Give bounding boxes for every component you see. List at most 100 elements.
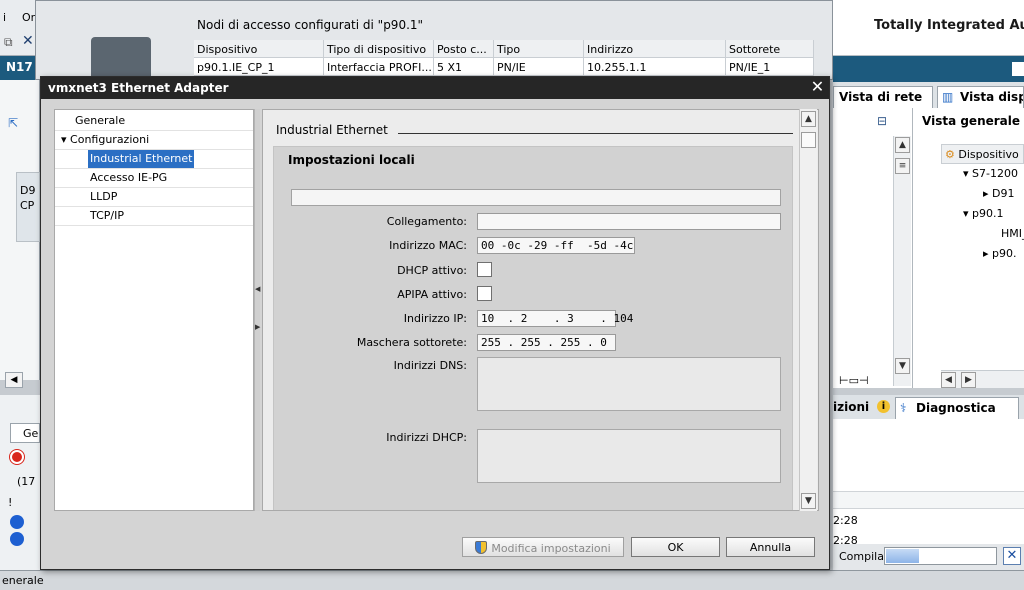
subnet-mask-field[interactable]: 255 . 255 . 255 . 0	[477, 334, 616, 351]
scroll-thumb[interactable]	[801, 132, 816, 148]
delete-icon[interactable]: ✕	[22, 33, 34, 49]
scroll-up-button[interactable]: ▲	[801, 111, 816, 127]
message-log: 2:28 2:28	[833, 419, 1024, 547]
status-bar: enerale	[0, 570, 1024, 590]
nav-separator	[55, 225, 253, 226]
compile-status: Compila: ✕	[833, 544, 1024, 570]
nav-item-configurations[interactable]: ▾ Configurazioni	[59, 131, 151, 149]
toolbar-menu-label[interactable]: i	[3, 11, 6, 24]
compile-progress-fill	[886, 549, 919, 563]
table-header: Dispositivo Tipo di dispositivo Posto c.…	[194, 40, 814, 58]
device-list-item[interactable]: CP	[17, 197, 39, 212]
scroll-grip[interactable]: ≡	[895, 158, 910, 174]
tree-item[interactable]: ▸ p90.	[983, 244, 1017, 264]
dhcp-checkbox[interactable]	[477, 262, 492, 277]
tree-expand-icon[interactable]: ▸	[983, 187, 992, 200]
info-icon	[10, 515, 24, 529]
tree-item[interactable]: ▾ S7-1200	[963, 164, 1018, 184]
tree-collapse-icon[interactable]: ▾	[963, 167, 972, 180]
tree-expand-icon[interactable]: ⇱	[8, 116, 18, 130]
dns-addresses-area[interactable]	[477, 357, 781, 411]
nav-item-label: Configurazioni	[70, 133, 150, 146]
vertical-scrollbar[interactable]: ▲ ≡ ▼	[893, 136, 911, 386]
tree-collapse-icon[interactable]: ▾	[963, 207, 972, 220]
tree-item[interactable]: ▸ D91	[983, 184, 1015, 204]
ip-address-label: Indirizzo IP:	[403, 312, 467, 325]
tree-item[interactable]: ▾ p90.1	[963, 204, 1004, 224]
check-icon	[10, 532, 24, 546]
tab-general[interactable]: Ge	[10, 423, 40, 443]
mac-address-field[interactable]: 00 -0c -29 -ff -5d -4c	[477, 237, 635, 254]
zoom-icon[interactable]: ⊟	[877, 114, 887, 128]
dhcp-label: DHCP attivo:	[397, 264, 467, 277]
close-icon[interactable]: ✕	[809, 79, 826, 96]
scroll-down-button[interactable]: ▼	[801, 493, 816, 509]
message-count: (17	[17, 475, 36, 488]
scroll-down-button[interactable]: ▼	[895, 358, 910, 374]
table-cell: PN/IE	[494, 58, 584, 75]
tab-diagnostics[interactable]: ⚕ Diagnostica	[895, 397, 1019, 419]
scroll-up-button[interactable]: ▲	[895, 137, 910, 153]
restore-icon[interactable]	[1012, 62, 1024, 76]
column-header[interactable]: ⚙ Dispositivo	[941, 144, 1024, 164]
settings-navigation: Generale ▾ Configurazioni Industrial Eth…	[54, 109, 254, 511]
tree-item-label: p90.	[992, 247, 1017, 260]
table-cell: PN/IE_1	[726, 58, 814, 75]
column-header[interactable]: Indirizzo	[584, 40, 726, 57]
ethernet-adapter-dialog: vmxnet3 Ethernet Adapter ✕ Generale ▾ Co…	[40, 76, 830, 570]
nav-item-industrial-ethernet[interactable]: Industrial Ethernet	[88, 150, 195, 168]
connection-field[interactable]	[477, 213, 781, 230]
table-row[interactable]: p90.1.IE_CP_1 Interfaccia PROFI... 5 X1 …	[194, 58, 814, 76]
scroll-right-button[interactable]: ▶	[961, 372, 976, 388]
expand-right-icon[interactable]: ▶	[255, 323, 260, 331]
nav-item-lldp[interactable]: LLDP	[88, 188, 119, 206]
column-header[interactable]: Posto c...	[434, 40, 494, 57]
tab-network-view[interactable]: Vista di rete	[833, 86, 933, 108]
column-header[interactable]: Tipo	[494, 40, 584, 57]
device-list-item[interactable]: D9	[17, 173, 39, 197]
cancel-button[interactable]: Annulla	[726, 537, 815, 557]
collapse-left-icon[interactable]: ◀	[255, 285, 260, 293]
network-canvas[interactable]: ⊟ ▲ ≡ ▼ ⊢▭⊣	[833, 108, 913, 388]
dhcp-addresses-area[interactable]	[477, 429, 781, 483]
apipa-checkbox[interactable]	[477, 286, 492, 301]
app-title: Totally Integrated Auto	[874, 18, 1024, 33]
device-list: D9 CP	[16, 172, 40, 242]
access-nodes-caption: Nodi di accesso configurati di "p90.1"	[197, 18, 424, 32]
tree-expand-icon[interactable]: ▸	[983, 247, 992, 260]
tab-device-view[interactable]: ▥ Vista disp	[937, 86, 1024, 108]
nav-item-ie-pg-access[interactable]: Accesso IE-PG	[88, 169, 169, 187]
settings-content: Industrial Ethernet Impostazioni locali …	[262, 109, 819, 511]
device-column-icon: ⚙	[945, 148, 955, 161]
cancel-compile-icon[interactable]: ✕	[1003, 547, 1021, 565]
connection-label: Collegamento:	[386, 215, 467, 228]
project-tree-panel: ⇱ D9 CP ◀	[0, 80, 40, 388]
tree-collapse-icon[interactable]: ▾	[61, 133, 70, 146]
panel-splitter[interactable]: ◀ ▶	[254, 109, 260, 511]
table-cell: Interfaccia PROFI...	[324, 58, 434, 75]
nav-item-tcp-ip[interactable]: TCP/IP	[88, 207, 126, 225]
column-header[interactable]: Dispositivo	[194, 40, 324, 57]
copy-icon[interactable]: ⧉	[4, 35, 13, 50]
zoom-slider[interactable]: ⊢▭⊣	[839, 374, 869, 387]
overview-title: Vista generale	[922, 114, 1021, 128]
log-header	[833, 491, 1024, 509]
horizontal-scrollbar[interactable]: ◀ ▶	[941, 370, 1024, 388]
error-icon[interactable]	[9, 449, 25, 465]
column-header[interactable]: Sottorete	[726, 40, 814, 57]
ok-button[interactable]: OK	[631, 537, 720, 557]
device-view-icon: ▥	[942, 90, 954, 104]
toolbar-menu-label[interactable]: Or	[22, 11, 35, 24]
modify-settings-button[interactable]: Modifica impostazioni	[462, 537, 624, 557]
scroll-left-button[interactable]: ◀	[941, 372, 956, 388]
content-scrollbar[interactable]: ▲ ▼	[799, 109, 817, 511]
column-header-label: Dispositivo	[958, 148, 1019, 161]
ip-address-field[interactable]: 10 . 2 . 3 . 104	[477, 310, 633, 327]
column-header[interactable]: Tipo di dispositivo	[324, 40, 434, 57]
scroll-left-button[interactable]: ◀	[5, 372, 23, 388]
subnet-mask-label: Maschera sottorete:	[356, 336, 467, 349]
nav-item-general[interactable]: Generale	[73, 112, 127, 130]
tab-info[interactable]: izioni	[833, 400, 869, 414]
tree-item[interactable]: HMI_	[1001, 224, 1024, 244]
app-header: Totally Integrated Auto	[833, 0, 1024, 56]
